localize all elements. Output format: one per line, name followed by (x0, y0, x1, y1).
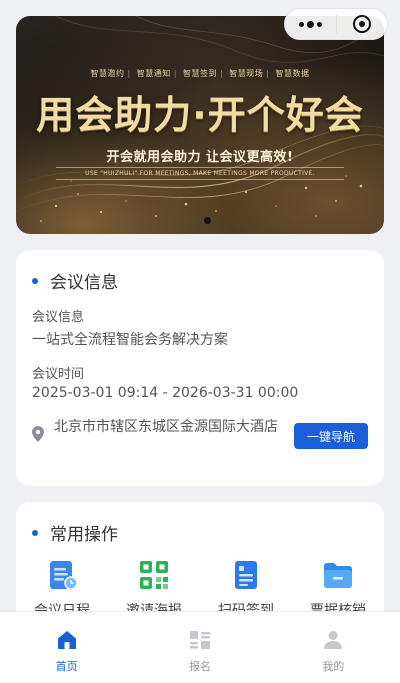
tab-label: 首页 (55, 660, 78, 673)
banner-tag: 智慧现场 (229, 69, 264, 78)
banner-tag: 智慧数据 (275, 69, 310, 78)
section-bullet (32, 529, 38, 536)
navigate-button[interactable]: 一键导航 (294, 423, 368, 449)
time-label: 会议时间 (32, 367, 85, 382)
schedule-doc-icon (50, 561, 78, 590)
section-title: 会议信息 (50, 273, 118, 293)
tab-home[interactable]: 首页 (0, 612, 133, 683)
banner-carousel[interactable]: 智慧邀约 | 智慧通知 | 智慧签到 | 智慧现场 | 智慧数据 用会助力·开个好会 开… (16, 16, 384, 234)
banner-tag: 智慧通知 (136, 69, 171, 78)
miniprogram-capsule (284, 8, 388, 40)
banner-tag: 智慧邀约 (90, 69, 125, 78)
address-text: 北京市市辖区东城区金源国际大酒店 (54, 419, 278, 435)
tab-label: 报名 (188, 660, 211, 673)
more-dots-icon[interactable] (285, 9, 336, 39)
bottom-tab-bar: 首页 报名 我的 (0, 611, 400, 683)
section-header: 常用操作 (32, 520, 118, 545)
location-pin-icon (32, 426, 44, 442)
target-circle-icon[interactable] (336, 9, 387, 39)
register-list-icon (189, 631, 210, 649)
carousel-indicator[interactable] (204, 217, 211, 224)
user-icon (324, 631, 343, 649)
section-title: 常用操作 (50, 525, 118, 545)
banner-headline: 用会助力·开个好会 (36, 93, 364, 137)
tab-register[interactable]: 报名 (133, 612, 266, 683)
tab-mine[interactable]: 我的 (267, 612, 400, 683)
qr-code-icon (140, 561, 168, 589)
banner-subline: 开会就用会助力 让会议更高效! (106, 150, 294, 165)
time-value: 2025-03-01 09:14 - 2026-03-31 00:00 (32, 385, 299, 401)
common-operations-card: 常用操作 会议日程 (16, 502, 384, 622)
section-header: 会议信息 (32, 268, 118, 293)
banner-english-slogan: USE "HUIZHULI" FOR MEETINGS, MAKE MEETIN… (56, 167, 344, 180)
home-icon (57, 631, 76, 649)
tab-label: 我的 (322, 660, 345, 673)
banner-feature-tags: 智慧邀约 | 智慧通知 | 智慧签到 | 智慧现场 | 智慧数据 (16, 68, 384, 79)
folder-icon (324, 563, 352, 588)
banner-tag: 智慧签到 (183, 69, 217, 78)
scan-checkin-icon (235, 561, 257, 589)
info-value: 一站式全流程智能会务解决方案 (32, 332, 228, 348)
meeting-info-card: 会议信息 会议信息 一站式全流程智能会务解决方案 会议时间 2025-03-01… (16, 250, 384, 486)
section-bullet (32, 277, 38, 284)
info-label: 会议信息 (32, 310, 85, 325)
